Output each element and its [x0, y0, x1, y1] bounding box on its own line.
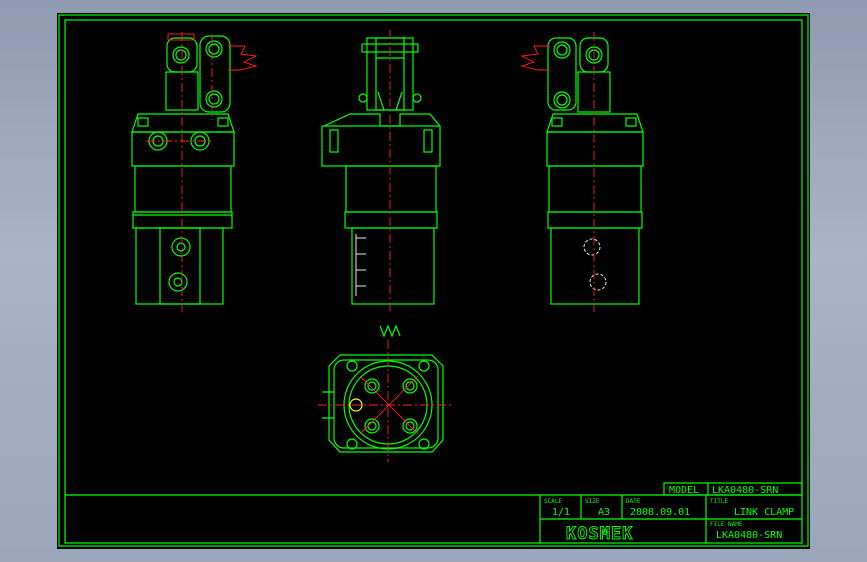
- scale-value: 1/1: [552, 507, 570, 518]
- title-block: MODEL LKA0480-SRN SCALE 1/1 SIZE A3 DATE…: [65, 482, 803, 544]
- file-name-value: LKA0480-SRN: [716, 530, 782, 541]
- company-logo: KOSMEK: [566, 524, 633, 544]
- size-label: SIZE: [585, 498, 600, 505]
- date-label: DATE: [626, 498, 641, 505]
- size-value: A3: [598, 507, 610, 518]
- model-label: MODEL: [669, 485, 699, 496]
- cad-drawing: MODEL LKA0480-SRN SCALE 1/1 SIZE A3 DATE…: [58, 14, 809, 547]
- scale-label: SCALE: [544, 498, 562, 505]
- front-view: [131, 32, 258, 312]
- side-view: [321, 30, 441, 338]
- title-label: TITLE: [710, 498, 728, 505]
- title-value: LINK CLAMP: [734, 507, 794, 518]
- date-value: 2008.09.01: [630, 507, 690, 518]
- top-view: [318, 340, 452, 462]
- rear-view: [520, 32, 644, 312]
- file-name-label: FILE NAME: [710, 521, 743, 528]
- model-value: LKA0480-SRN: [712, 485, 778, 496]
- drawing-viewport[interactable]: MODEL LKA0480-SRN SCALE 1/1 SIZE A3 DATE…: [57, 13, 810, 549]
